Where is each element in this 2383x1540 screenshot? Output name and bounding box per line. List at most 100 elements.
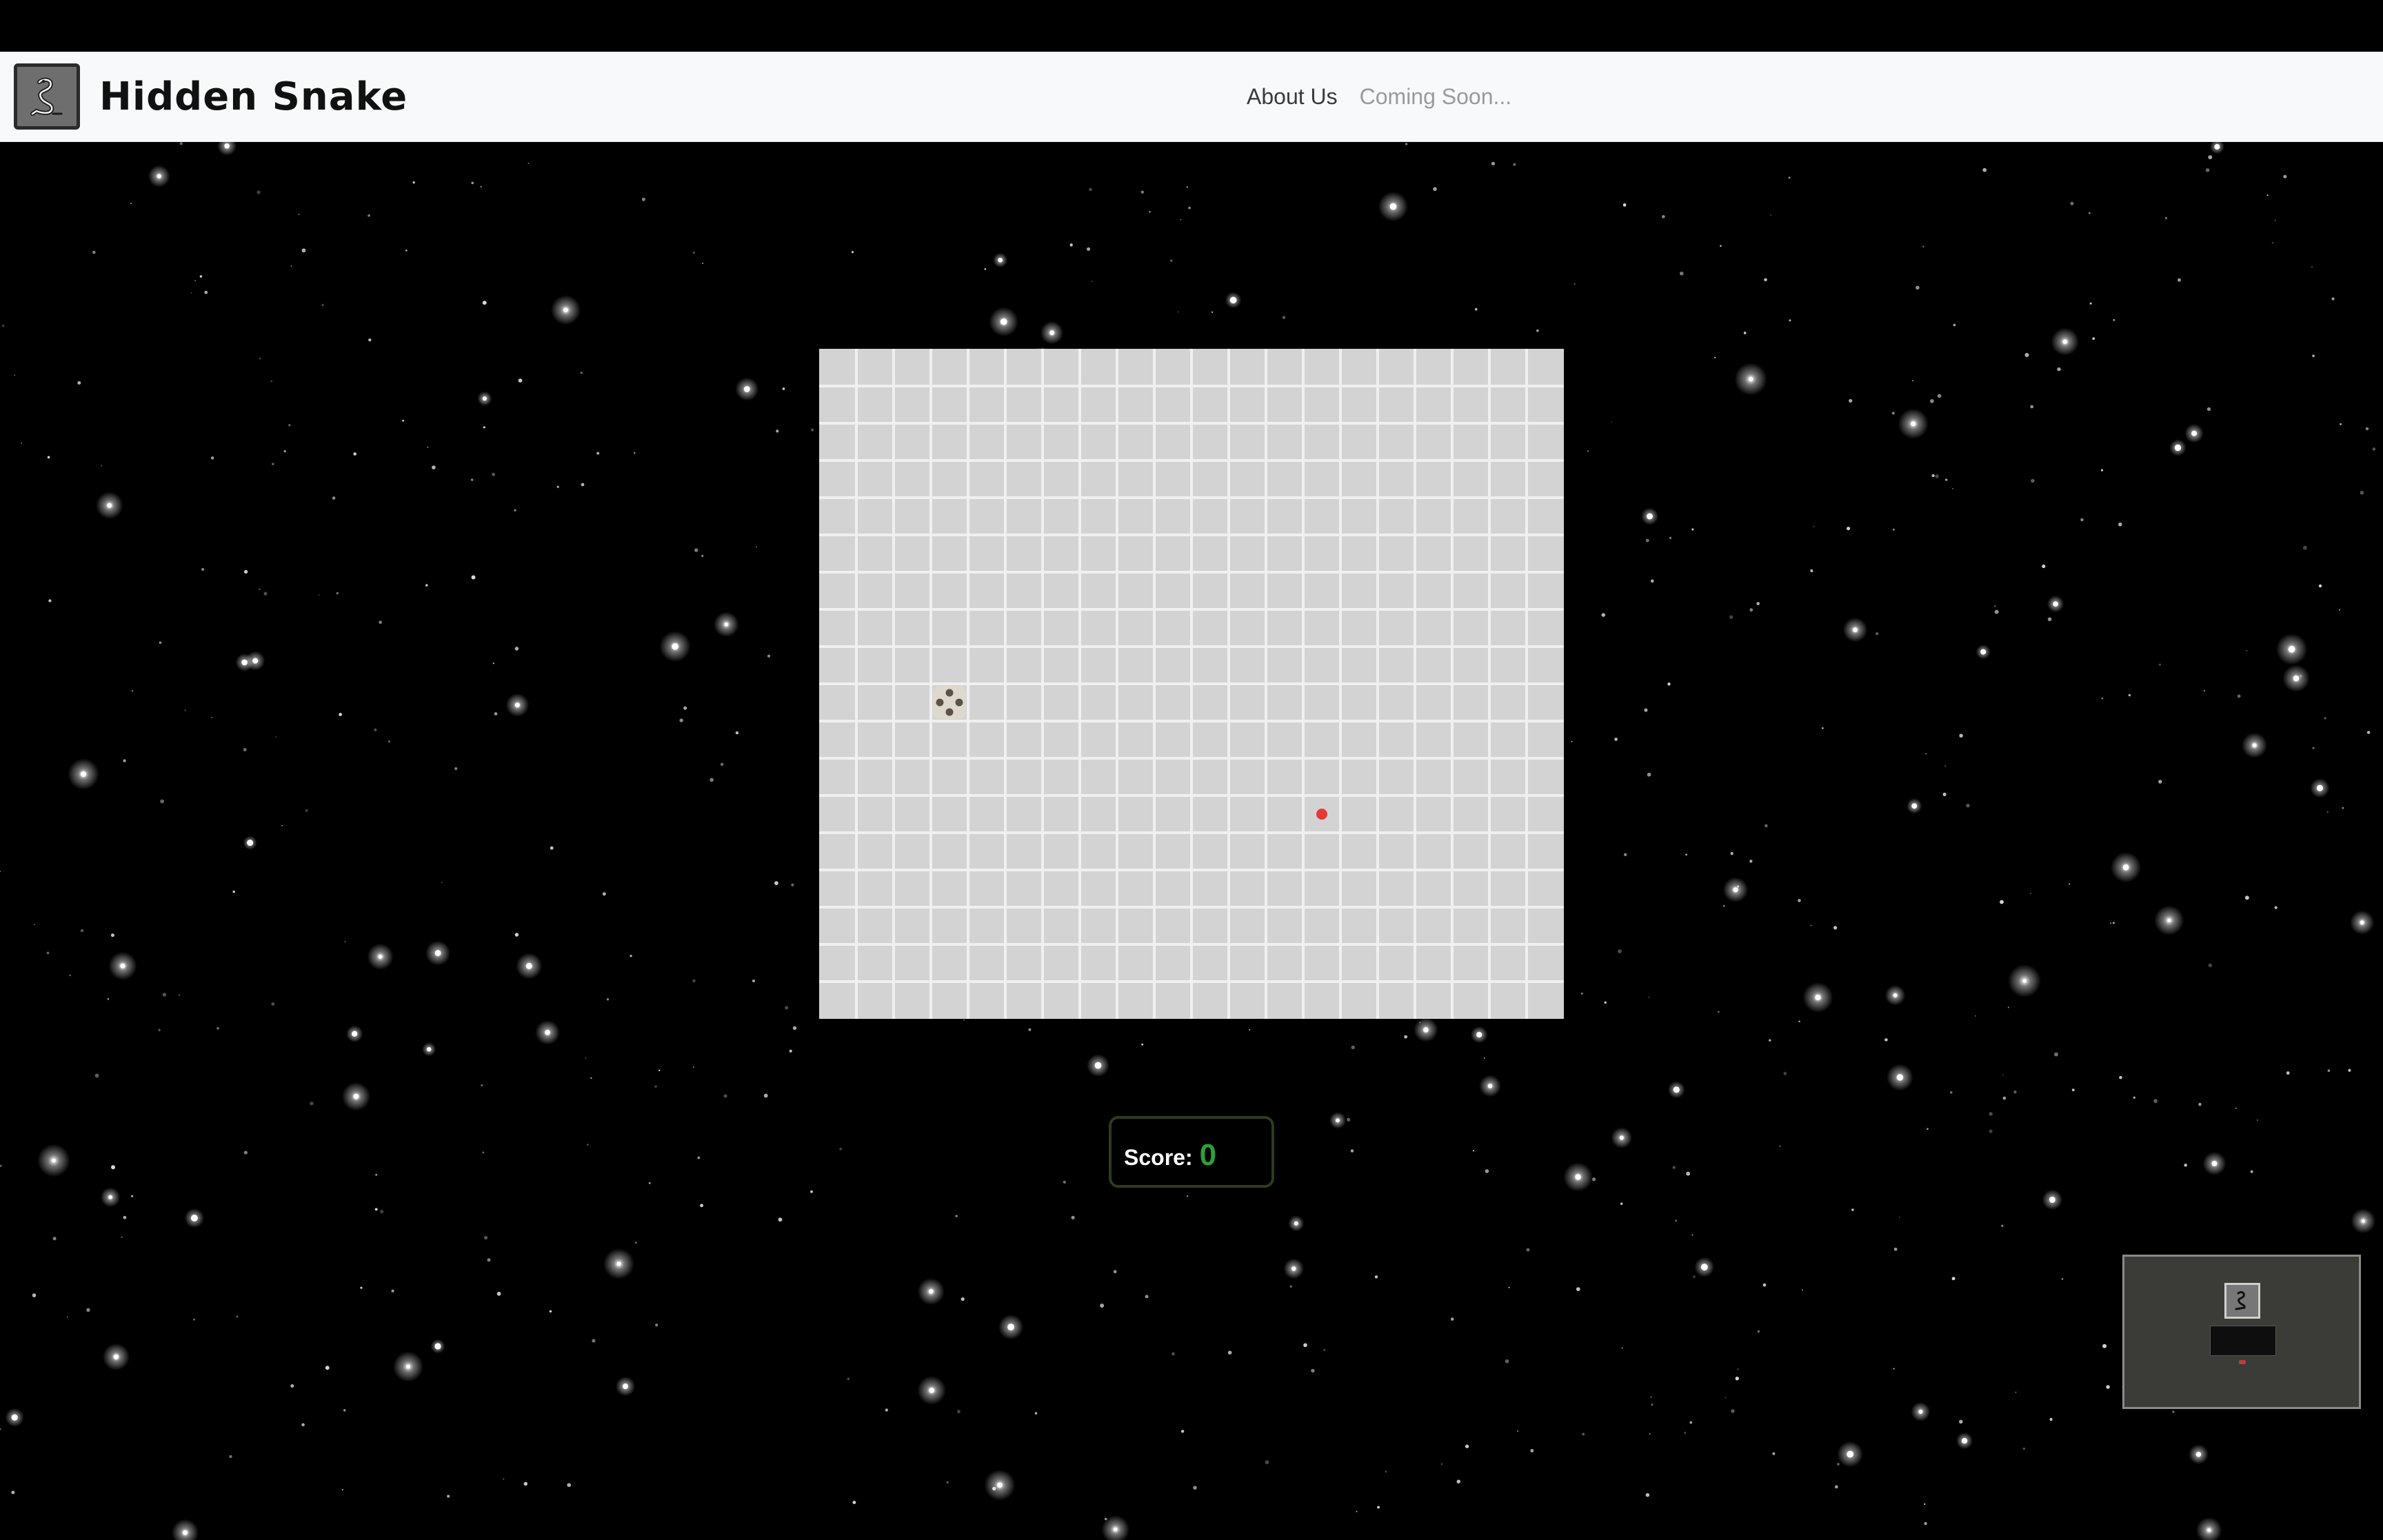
bright-star-core	[1000, 318, 1007, 325]
star	[391, 1289, 394, 1293]
bright-star-core	[107, 503, 112, 508]
star	[1966, 803, 1970, 808]
star	[503, 1478, 505, 1480]
star	[2133, 1096, 2135, 1099]
star	[2030, 405, 2034, 409]
star	[1772, 1452, 1776, 1455]
bright-star-core	[80, 771, 87, 778]
star	[388, 740, 391, 743]
star	[2068, 883, 2071, 885]
brand-name: Hidden Snake	[99, 74, 408, 119]
star	[1891, 412, 1895, 415]
star	[305, 809, 308, 812]
star	[2235, 1107, 2237, 1109]
star	[1810, 569, 1813, 573]
star	[1188, 206, 1191, 210]
star	[199, 275, 203, 278]
bright-star-core	[2288, 645, 2295, 653]
star	[2070, 201, 2074, 205]
star	[692, 252, 695, 254]
bright-star-core	[616, 1262, 621, 1266]
star	[2312, 354, 2315, 358]
bright-star-core	[2049, 1196, 2055, 1203]
bright-star-core	[2360, 920, 2364, 925]
bright-star-core	[525, 963, 532, 969]
star	[2312, 747, 2315, 749]
star	[1899, 1216, 1900, 1218]
star	[735, 731, 739, 735]
star	[1180, 219, 1182, 221]
star	[1530, 1448, 1534, 1452]
star	[1505, 1359, 1509, 1364]
star	[259, 357, 261, 360]
star	[1472, 1150, 1475, 1152]
star	[2206, 407, 2211, 412]
star	[243, 1151, 248, 1155]
star	[1374, 1275, 1378, 1279]
star	[1377, 1506, 1380, 1509]
star	[1508, 1286, 1510, 1288]
nav-link-about-us[interactable]: About Us	[1247, 84, 1338, 110]
star	[710, 778, 714, 782]
star	[1801, 1289, 1803, 1291]
star	[1833, 926, 1838, 930]
page-thumbnail[interactable]	[2122, 1255, 2361, 1409]
star	[190, 292, 192, 294]
star	[194, 280, 196, 282]
bright-star-core	[1847, 1450, 1854, 1458]
star	[360, 1286, 363, 1289]
star	[523, 1481, 528, 1486]
star	[1749, 608, 1753, 612]
star	[1822, 727, 1824, 729]
star	[2164, 216, 2167, 219]
star	[471, 575, 476, 580]
star	[1405, 143, 1408, 145]
bright-star-core	[2207, 1528, 2211, 1532]
star	[1798, 1020, 1800, 1022]
star	[1769, 1039, 1771, 1042]
star	[2054, 1052, 2058, 1057]
bright-star-core	[113, 1354, 119, 1360]
star	[1684, 1431, 1687, 1434]
brand-link[interactable]: Hidden Snake	[14, 61, 408, 132]
bright-star-core	[2053, 601, 2059, 607]
star	[1140, 190, 1144, 194]
star	[2311, 266, 2313, 267]
star	[470, 478, 474, 481]
star	[2080, 518, 2084, 522]
star	[32, 1293, 37, 1297]
star	[2286, 1071, 2290, 1075]
star	[1433, 187, 1437, 191]
bright-star-core	[1291, 1266, 1296, 1271]
star	[2237, 694, 2241, 698]
star	[723, 1094, 727, 1098]
star	[776, 429, 779, 433]
star	[1945, 478, 1948, 481]
star	[1756, 602, 1760, 605]
star	[402, 419, 405, 422]
star	[471, 181, 474, 185]
star	[131, 690, 133, 692]
star	[1680, 271, 1684, 276]
star	[1491, 161, 1496, 165]
star	[1837, 1463, 1840, 1466]
star	[2047, 617, 2052, 622]
game-board[interactable]	[819, 349, 1564, 1019]
bright-star-core	[352, 1031, 358, 1037]
star	[179, 142, 183, 145]
star	[1953, 323, 1956, 327]
nav-link-coming-soon[interactable]: Coming Soon...	[1360, 84, 1512, 110]
star	[496, 1291, 501, 1296]
bright-star-core	[2122, 864, 2129, 871]
star	[2331, 297, 2335, 301]
star	[243, 748, 247, 751]
bright-star-core	[1229, 296, 1237, 304]
star	[697, 1156, 701, 1159]
star	[412, 181, 415, 184]
star	[527, 163, 530, 164]
star	[1912, 380, 1914, 382]
star	[1952, 487, 1953, 489]
bright-star-core	[1487, 1084, 1493, 1088]
star	[1356, 1510, 1358, 1512]
star	[1989, 1112, 1993, 1116]
